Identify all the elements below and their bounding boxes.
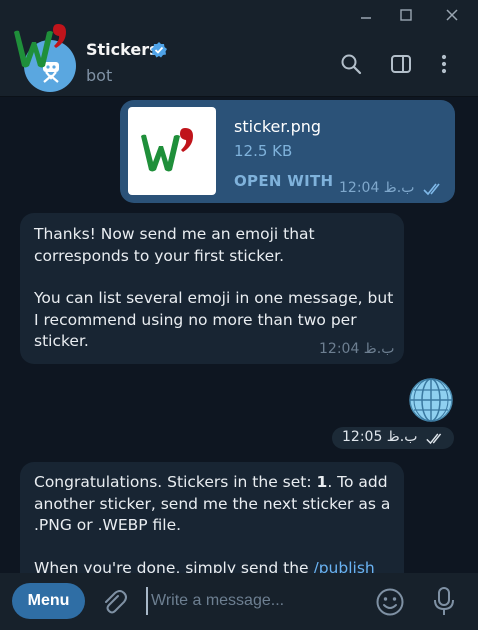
emoji-icon[interactable] (375, 587, 405, 617)
avatar[interactable] (14, 24, 76, 92)
minimize-icon[interactable] (346, 0, 386, 30)
search-icon[interactable] (339, 52, 363, 76)
sticker-count: 1 (316, 473, 328, 491)
double-check-icon (426, 433, 442, 445)
message-text: Thanks! Now send me an emoji that corres… (34, 225, 315, 265)
open-with-button[interactable]: OPEN WITH (234, 172, 333, 190)
w-logo (14, 24, 66, 68)
chat-title[interactable]: Stickers (86, 40, 159, 59)
message-text-part: When you're done, simply send the (34, 559, 314, 573)
message-time: 12:04 ب.ظ (339, 180, 415, 196)
bot-message[interactable]: Congratulations. Stickers in the set: 1.… (20, 462, 404, 573)
file-name: sticker.png (234, 117, 322, 136)
composer-bar: Menu Write a message... (0, 573, 478, 630)
attach-icon[interactable] (100, 588, 128, 616)
sidebar-toggle-icon[interactable] (389, 52, 413, 76)
message-text: When you're done, simply send the /publi… (34, 558, 396, 573)
publish-command-link[interactable]: /publish (314, 559, 375, 573)
maximize-icon[interactable] (386, 0, 426, 30)
chat-header: Stickers bot (0, 24, 478, 97)
scrollbar[interactable] (474, 97, 478, 573)
file-thumbnail[interactable] (128, 107, 216, 195)
message-time: 12:05 ب.ظ (342, 429, 418, 445)
mic-icon[interactable] (430, 586, 458, 618)
message-text: Congratulations. Stickers in the set: 1.… (34, 472, 396, 537)
double-check-icon (423, 183, 440, 196)
file-size: 12.5 KB (234, 142, 293, 160)
chat-subtitle: bot (86, 66, 113, 85)
globe-emoji (409, 378, 453, 422)
message-time: 12:04 ب.ظ (319, 341, 395, 357)
chat-history[interactable]: sticker.png 12.5 KB OPEN WITH 12:04 ب.ظ … (0, 97, 478, 573)
emoji-message[interactable] (408, 377, 454, 423)
message-input[interactable]: Write a message... (146, 587, 361, 615)
close-icon[interactable] (432, 0, 472, 30)
menu-button[interactable]: Menu (12, 583, 85, 619)
file-message[interactable]: sticker.png 12.5 KB OPEN WITH 12:04 ب.ظ (120, 100, 455, 203)
emoji-time-pill: 12:05 ب.ظ (332, 427, 454, 449)
verified-badge-icon (151, 42, 167, 58)
more-vert-icon[interactable] (432, 52, 456, 76)
w-logo (141, 128, 193, 172)
bot-message[interactable]: Thanks! Now send me an emoji that corres… (20, 213, 404, 364)
message-text-part: Congratulations. Stickers in the set: (34, 473, 317, 491)
